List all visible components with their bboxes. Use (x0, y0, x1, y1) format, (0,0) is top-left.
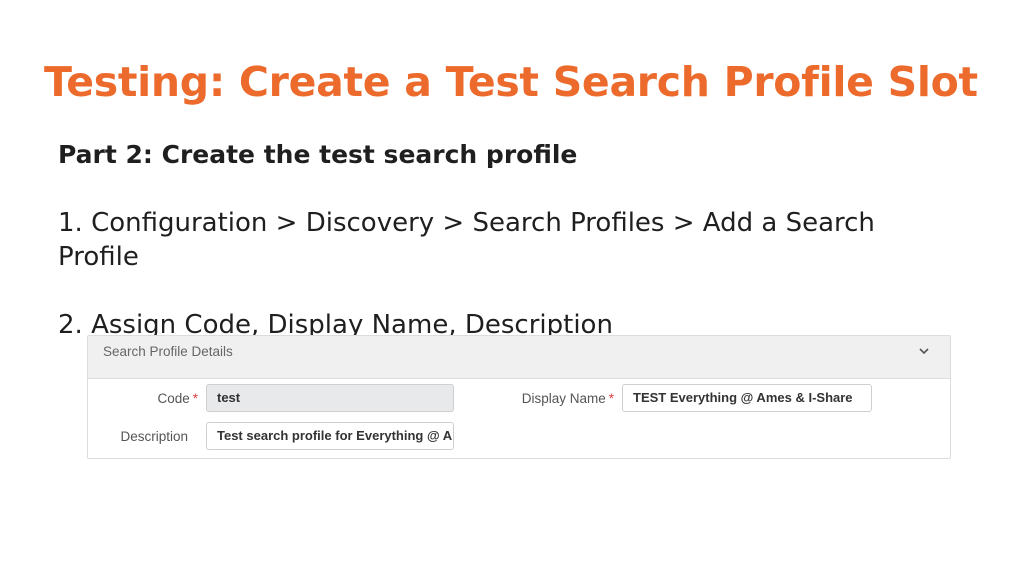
description-label: Description (120, 429, 188, 444)
code-field[interactable]: test (206, 384, 454, 412)
panel-header[interactable]: Search Profile Details (88, 336, 950, 379)
display-name-field[interactable]: TEST Everything @ Ames & I-Share (622, 384, 872, 412)
display-name-label: Display Name * (508, 391, 614, 406)
chevron-down-icon[interactable] (918, 345, 930, 357)
search-profile-details-panel: Search Profile Details Code * test Descri… (87, 335, 951, 459)
description-field[interactable]: Test search profile for Everything @ A (206, 422, 454, 450)
required-marker: * (608, 391, 614, 406)
step-2-text: 2. Assign Code, Display Name, Descriptio… (58, 310, 613, 336)
step-1-text: 1. Configuration > Discovery > Search Pr… (58, 208, 875, 272)
code-label-text: Code (157, 391, 190, 406)
required-marker: * (192, 391, 198, 406)
panel-title: Search Profile Details (103, 344, 233, 359)
part-subheading: Part 2: Create the test search profile (58, 140, 578, 169)
slide-title: Testing: Create a Test Search Profile Sl… (44, 58, 978, 106)
code-label: Code * (128, 391, 198, 406)
display-name-label-text: Display Name (521, 391, 606, 406)
